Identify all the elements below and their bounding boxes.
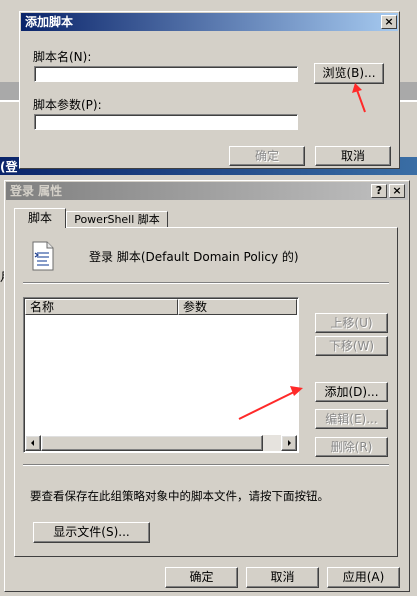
add-script-title: 添加脚本 xyxy=(25,15,74,29)
list-header-name[interactable]: 名称 xyxy=(25,299,178,315)
properties-ok-button[interactable]: 确定 xyxy=(165,567,238,588)
help-icon: ? xyxy=(375,184,383,197)
script-params-input[interactable] xyxy=(34,114,298,130)
script-params-label: 脚本参数(P): xyxy=(33,98,102,112)
help-button[interactable]: ? xyxy=(371,184,387,198)
tab-scripts[interactable]: 脚本 xyxy=(14,208,66,228)
properties-apply-button[interactable]: 应用(A) xyxy=(327,567,400,588)
move-down-button[interactable]: 下移(W) xyxy=(315,336,388,356)
scroll-right-icon xyxy=(288,440,291,446)
close-icon: × xyxy=(392,184,402,197)
scroll-left-button[interactable] xyxy=(25,435,41,451)
scroll-left-icon xyxy=(31,440,34,446)
scripts-list[interactable]: 名称 参数 xyxy=(23,297,299,453)
add-script-ok-button[interactable]: 确定 xyxy=(229,146,305,166)
close-icon: × xyxy=(384,15,394,28)
add-button[interactable]: 添加(D)... xyxy=(315,382,388,402)
background-edge-text: (登 xyxy=(0,160,18,174)
remove-button[interactable]: 删除(R) xyxy=(315,437,388,457)
header-divider xyxy=(23,282,389,284)
add-script-close-button[interactable]: × xyxy=(381,15,397,29)
browse-button[interactable]: 浏览(B)... xyxy=(314,63,384,84)
move-up-button[interactable]: 上移(U) xyxy=(315,313,388,333)
horizontal-scrollbar[interactable] xyxy=(25,435,297,451)
properties-cancel-button[interactable]: 取消 xyxy=(246,567,319,588)
add-script-dialog: 添加脚本 × 脚本名(N): 浏览(B)... 脚本参数(P): 确定 取消 xyxy=(19,11,400,169)
add-script-titlebar: 添加脚本 xyxy=(21,13,398,31)
tab-powershell[interactable]: PowerShell 脚本 xyxy=(66,211,168,228)
properties-title: 登录 属性 xyxy=(10,184,63,198)
properties-dialog: 登录 属性 ? × 脚本 PowerShell 脚本 登录 脚本(Default… xyxy=(4,180,410,592)
scripts-header-text: 登录 脚本(Default Domain Policy 的) xyxy=(89,250,299,264)
add-script-cancel-button[interactable]: 取消 xyxy=(315,146,391,166)
tab-powershell-label: PowerShell 脚本 xyxy=(74,213,160,226)
script-name-label: 脚本名(N): xyxy=(33,50,92,64)
list-header-name-label: 名称 xyxy=(30,300,55,314)
script-name-input[interactable] xyxy=(34,66,298,82)
list-header-params-label: 参数 xyxy=(183,300,208,314)
tab-panel: 登录 脚本(Default Domain Policy 的) 名称 参数 上移(… xyxy=(14,227,398,557)
script-file-icon xyxy=(30,240,56,272)
show-files-button[interactable]: 显示文件(S)... xyxy=(33,522,150,543)
edit-button[interactable]: 编辑(E)... xyxy=(315,409,388,429)
tab-scripts-label: 脚本 xyxy=(27,211,52,225)
scroll-thumb[interactable] xyxy=(41,435,263,451)
properties-close-button[interactable]: × xyxy=(389,184,405,198)
list-header-params[interactable]: 参数 xyxy=(178,299,297,315)
properties-titlebar: 登录 属性 xyxy=(6,182,408,200)
scroll-right-button[interactable] xyxy=(281,435,297,451)
show-files-note: 要查看保存在此组策略对象中的脚本文件，请按下面按钮。 xyxy=(30,489,329,503)
list-divider xyxy=(23,464,389,466)
